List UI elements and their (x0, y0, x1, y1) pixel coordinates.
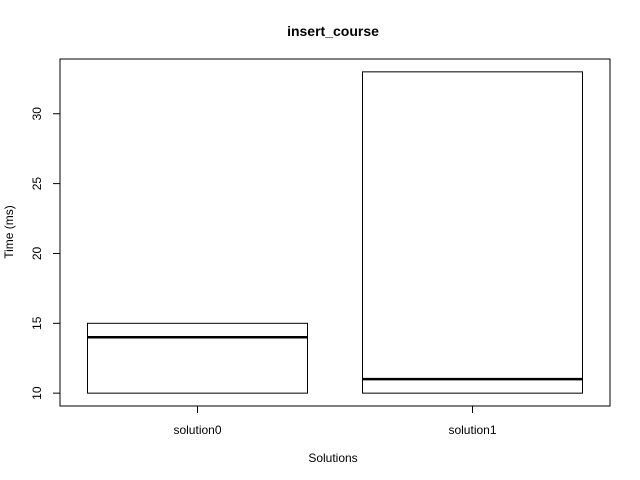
y-tick-label-30: 30 (30, 107, 44, 121)
box-solution0 (87, 322, 308, 394)
plot-frame (59, 58, 611, 407)
y-tick-label-10: 10 (30, 386, 44, 400)
y-tick-label-20: 20 (30, 246, 44, 260)
x-axis-label: Solutions (308, 451, 357, 465)
plot-layer: 10 15 20 25 30 solution0 solution1 (30, 58, 611, 437)
y-axis-label: Time (ms) (2, 205, 16, 259)
y-tick-label-25: 25 (30, 177, 44, 191)
box-plot-chart: insert_course Solutions Time (ms) 10 15 20… (2, 23, 611, 465)
y-tick-label-15: 15 (30, 316, 44, 330)
chart-root: insert_course Solutions Time (ms) 10 15 20… (0, 0, 640, 480)
box-solution1 (362, 71, 583, 394)
x-tick-label-solution0: solution0 (173, 423, 221, 437)
x-tick-label-solution1: solution1 (448, 423, 496, 437)
chart-title: insert_course (287, 23, 379, 39)
